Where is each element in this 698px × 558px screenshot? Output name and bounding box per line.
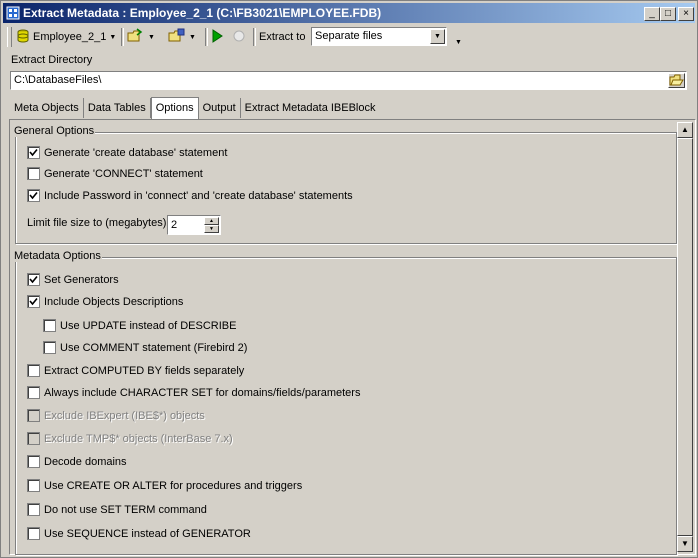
checkbox[interactable] (27, 479, 40, 492)
chevron-down-icon: ▼ (455, 38, 462, 46)
extract-metadata-window: Extract Metadata : Employee_2_1 (C:\FB30… (0, 0, 698, 558)
toolbar-grip[interactable] (7, 27, 12, 47)
minimize-button[interactable]: _ (644, 7, 660, 21)
window-title: Extract Metadata : Employee_2_1 (C:\FB30… (23, 6, 382, 20)
checkbox-include-password[interactable]: Include Password in 'connect' and 'creat… (27, 189, 353, 202)
checkbox[interactable] (27, 364, 40, 377)
run-button[interactable] (210, 26, 224, 48)
checkbox[interactable] (27, 386, 40, 399)
browse-folder-button[interactable] (668, 73, 685, 88)
database-name: Employee_2_1 (33, 31, 107, 43)
checkbox-exclude-ibexpert: Exclude IBExpert (IBE$*) objects (27, 409, 205, 422)
folder-save-icon (168, 28, 186, 47)
folder-load-icon (127, 27, 145, 47)
checkbox-character-set[interactable]: Always include CHARACTER SET for domains… (27, 386, 360, 399)
database-selector-button[interactable]: Employee_2_1 ▼ (15, 26, 116, 48)
extract-directory-value: C:\DatabaseFiles\ (14, 74, 102, 86)
toolbar-overflow-button[interactable]: ▼ (452, 26, 462, 48)
extract-directory-label: Extract Directory (11, 54, 93, 66)
tab-strip: Meta Objects Data Tables Options Output … (10, 97, 380, 120)
extract-directory-input[interactable]: C:\DatabaseFiles\ (10, 71, 687, 90)
checkbox-connect-statement[interactable]: Generate 'CONNECT' statement (27, 167, 203, 180)
checkbox-label: Use COMMENT statement (Firebird 2) (60, 341, 248, 354)
title-bar[interactable]: Extract Metadata : Employee_2_1 (C:\FB30… (3, 3, 695, 23)
limit-file-size-value: 2 (171, 219, 178, 231)
extract-to-select[interactable]: Separate files ▼ (311, 27, 447, 46)
checkbox-label: Do not use SET TERM command (44, 503, 207, 516)
checkbox-no-set-term[interactable]: Do not use SET TERM command (27, 503, 207, 516)
database-icon (15, 28, 31, 47)
checkbox-decode-domains[interactable]: Decode domains (27, 455, 127, 468)
checkbox-include-descriptions[interactable]: Include Objects Descriptions (27, 295, 183, 308)
checkbox-label: Set Generators (44, 273, 119, 286)
checkbox-exclude-tmp: Exclude TMP$* objects (InterBase 7.x) (27, 432, 233, 445)
database-app-icon (6, 6, 20, 20)
checkbox-use-update[interactable]: Use UPDATE instead of DESCRIBE (43, 319, 236, 332)
checkbox-label: Use CREATE OR ALTER for procedures and t… (44, 479, 303, 492)
stop-button[interactable] (232, 26, 246, 48)
save-button[interactable]: ▼ (168, 26, 196, 48)
checkbox-create-or-alter[interactable]: Use CREATE OR ALTER for procedures and t… (27, 479, 302, 492)
metadata-options-title: Metadata Options (13, 250, 102, 262)
checkbox-label: Use SEQUENCE instead of GENERATOR (44, 527, 251, 540)
extract-to-label: Extract to (259, 31, 306, 43)
tab-ibeblock[interactable]: Extract Metadata IBEBlock (241, 98, 380, 118)
limit-file-size-label: Limit file size to (megabytes) (27, 217, 167, 229)
checkbox-label: Include Password in 'connect' and 'creat… (44, 189, 353, 202)
checkbox-label: Exclude IBExpert (IBE$*) objects (44, 409, 205, 422)
play-icon (210, 28, 224, 46)
scroll-down-button[interactable]: ▼ (677, 536, 693, 552)
checkbox[interactable] (43, 319, 56, 332)
open-folder-icon (669, 74, 684, 90)
checkbox-use-comment[interactable]: Use COMMENT statement (Firebird 2) (43, 341, 247, 354)
checkbox-label: Generate 'CONNECT' statement (44, 167, 203, 180)
spin-up-button[interactable]: ▲ (204, 217, 219, 225)
checkbox (27, 432, 40, 445)
checkbox[interactable] (27, 527, 40, 540)
checkbox[interactable] (27, 455, 40, 468)
checkbox-label: Exclude TMP$* objects (InterBase 7.x) (44, 432, 233, 445)
checkbox[interactable] (43, 341, 56, 354)
stop-icon (232, 29, 246, 46)
checkbox (27, 409, 40, 422)
checkbox-create-database[interactable]: Generate 'create database' statement (27, 146, 227, 159)
checkbox-computed-by[interactable]: Extract COMPUTED BY fields separately (27, 364, 244, 377)
checkbox-label: Always include CHARACTER SET for domains… (44, 386, 361, 399)
checkbox[interactable] (27, 503, 40, 516)
spin-down-button[interactable]: ▼ (204, 225, 219, 233)
tab-data-tables[interactable]: Data Tables (84, 98, 151, 118)
load-button[interactable]: ▼ (127, 26, 155, 48)
tab-output[interactable]: Output (199, 98, 241, 118)
checkbox-label: Include Objects Descriptions (44, 295, 184, 308)
vertical-scrollbar[interactable]: ▲ ▼ (677, 122, 693, 552)
tab-meta-objects[interactable]: Meta Objects (10, 98, 84, 118)
checkbox[interactable] (27, 189, 40, 202)
limit-file-size-spinner[interactable]: 2 ▲ ▼ (167, 215, 221, 235)
chevron-down-icon[interactable]: ▼ (430, 29, 445, 44)
extract-to-value: Separate files (315, 30, 383, 42)
tab-options[interactable]: Options (150, 97, 199, 120)
maximize-button[interactable]: □ (660, 7, 676, 21)
scroll-up-button[interactable]: ▲ (677, 122, 693, 138)
chevron-down-icon: ▼ (148, 33, 155, 41)
checkbox[interactable] (27, 273, 40, 286)
general-options-title: General Options (13, 125, 96, 137)
checkbox-label: Extract COMPUTED BY fields separately (44, 364, 245, 377)
checkbox-label: Decode domains (44, 455, 127, 468)
scroll-thumb[interactable] (677, 138, 693, 536)
checkbox-use-sequence[interactable]: Use SEQUENCE instead of GENERATOR (27, 527, 251, 540)
chevron-down-icon: ▼ (189, 33, 196, 41)
chevron-down-icon: ▼ (109, 33, 117, 41)
checkbox-set-generators[interactable]: Set Generators (27, 273, 119, 286)
checkbox-label: Generate 'create database' statement (44, 146, 228, 159)
close-button[interactable]: × (678, 7, 694, 21)
checkbox-label: Use UPDATE instead of DESCRIBE (60, 319, 237, 332)
checkbox[interactable] (27, 295, 40, 308)
checkbox[interactable] (27, 167, 40, 180)
checkbox[interactable] (27, 146, 40, 159)
